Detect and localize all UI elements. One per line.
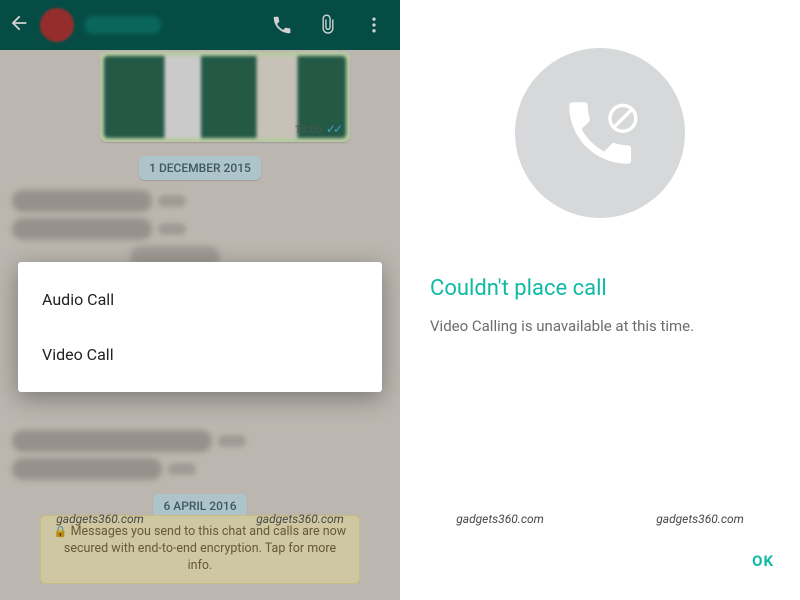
received-message[interactable] bbox=[12, 458, 390, 480]
error-body: Video Calling is unavailable at this tim… bbox=[430, 317, 770, 335]
date-separator: 1 DECEMBER 2015 bbox=[139, 156, 261, 180]
contact-avatar[interactable] bbox=[40, 8, 74, 42]
read-ticks-icon: ✓✓ bbox=[326, 122, 340, 136]
received-message[interactable] bbox=[12, 430, 390, 452]
call-unavailable-icon bbox=[515, 48, 685, 218]
video-call-option[interactable]: Video Call bbox=[18, 327, 382, 382]
back-arrow-icon[interactable] bbox=[8, 12, 30, 38]
received-message[interactable] bbox=[12, 190, 390, 212]
phone-icon[interactable] bbox=[264, 14, 300, 36]
overflow-menu-icon[interactable] bbox=[356, 15, 392, 35]
ok-button[interactable]: OK bbox=[752, 552, 774, 570]
message-timestamp: 18:06 ✓✓ bbox=[294, 122, 340, 136]
received-message[interactable] bbox=[12, 218, 390, 240]
audio-call-option[interactable]: Audio Call bbox=[18, 272, 382, 327]
contact-name[interactable] bbox=[84, 16, 161, 34]
error-dialog-screen: Couldn't place call Video Calling is una… bbox=[400, 0, 800, 600]
time-text: 18:06 bbox=[294, 123, 321, 136]
whatsapp-chat-screen: 18:06 ✓✓ 1 DECEMBER 2015 6 APRIL 20 bbox=[0, 0, 400, 600]
screenshot-pair: 18:06 ✓✓ 1 DECEMBER 2015 6 APRIL 20 bbox=[0, 0, 800, 600]
lock-icon: 🔒 bbox=[54, 525, 68, 538]
chat-header bbox=[0, 0, 400, 50]
error-title: Couldn't place call bbox=[430, 276, 770, 301]
sent-image-message[interactable]: 18:06 ✓✓ bbox=[100, 52, 350, 142]
attach-icon[interactable] bbox=[310, 14, 346, 36]
encryption-banner[interactable]: 🔒 Messages you send to this chat and cal… bbox=[40, 515, 360, 584]
encryption-text: Messages you send to this chat and calls… bbox=[64, 524, 346, 573]
call-type-dialog: Audio Call Video Call bbox=[18, 262, 382, 392]
